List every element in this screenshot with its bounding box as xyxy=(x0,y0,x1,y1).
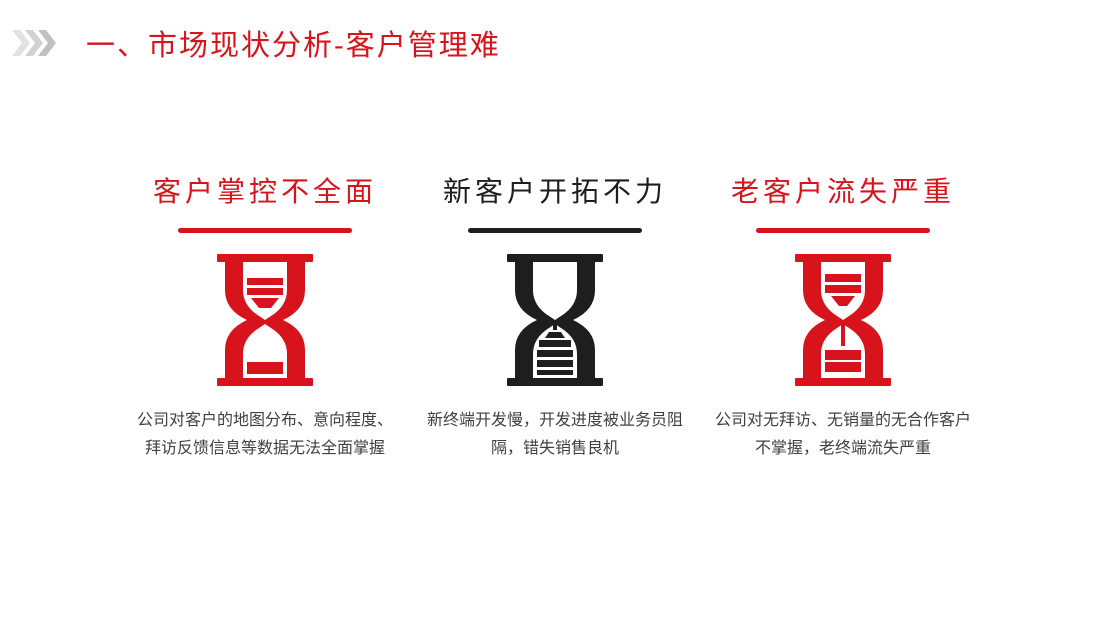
feature-column-2: 新客户开拓不力 新终端开发慢，开发进度被业务员阻隔，错失销售良机 xyxy=(405,170,705,457)
hourglass-icon xyxy=(217,254,313,386)
hourglass-icon xyxy=(507,254,603,386)
title-underline xyxy=(178,228,352,233)
chevron-right-icon xyxy=(12,30,56,56)
feature-column-1: 客户掌控不全面 公司对客户的地图分布、意向程度、拜访反馈信息等数据无法全面掌握 xyxy=(115,170,415,457)
column-description: 公司对无拜访、无销量的无合作客户不掌握，老终端流失严重 xyxy=(714,410,971,457)
column-title: 客户掌控不全面 xyxy=(152,175,377,208)
feature-column-3: 老客户流失严重 公司对无拜访、无销量的无合作客户不掌握，老终端流失严重 xyxy=(693,170,993,457)
title-underline xyxy=(468,228,642,233)
column-description: 公司对客户的地图分布、意向程度、拜访反馈信息等数据无法全面掌握 xyxy=(136,410,393,457)
column-title: 老客户流失严重 xyxy=(730,175,955,208)
column-description: 新终端开发慢，开发进度被业务员阻隔，错失销售良机 xyxy=(426,410,683,457)
column-title: 新客户开拓不力 xyxy=(442,175,667,208)
page-title: 一、市场现状分析-客户管理难 xyxy=(86,28,501,62)
title-underline xyxy=(756,228,930,233)
hourglass-icon xyxy=(795,254,891,386)
